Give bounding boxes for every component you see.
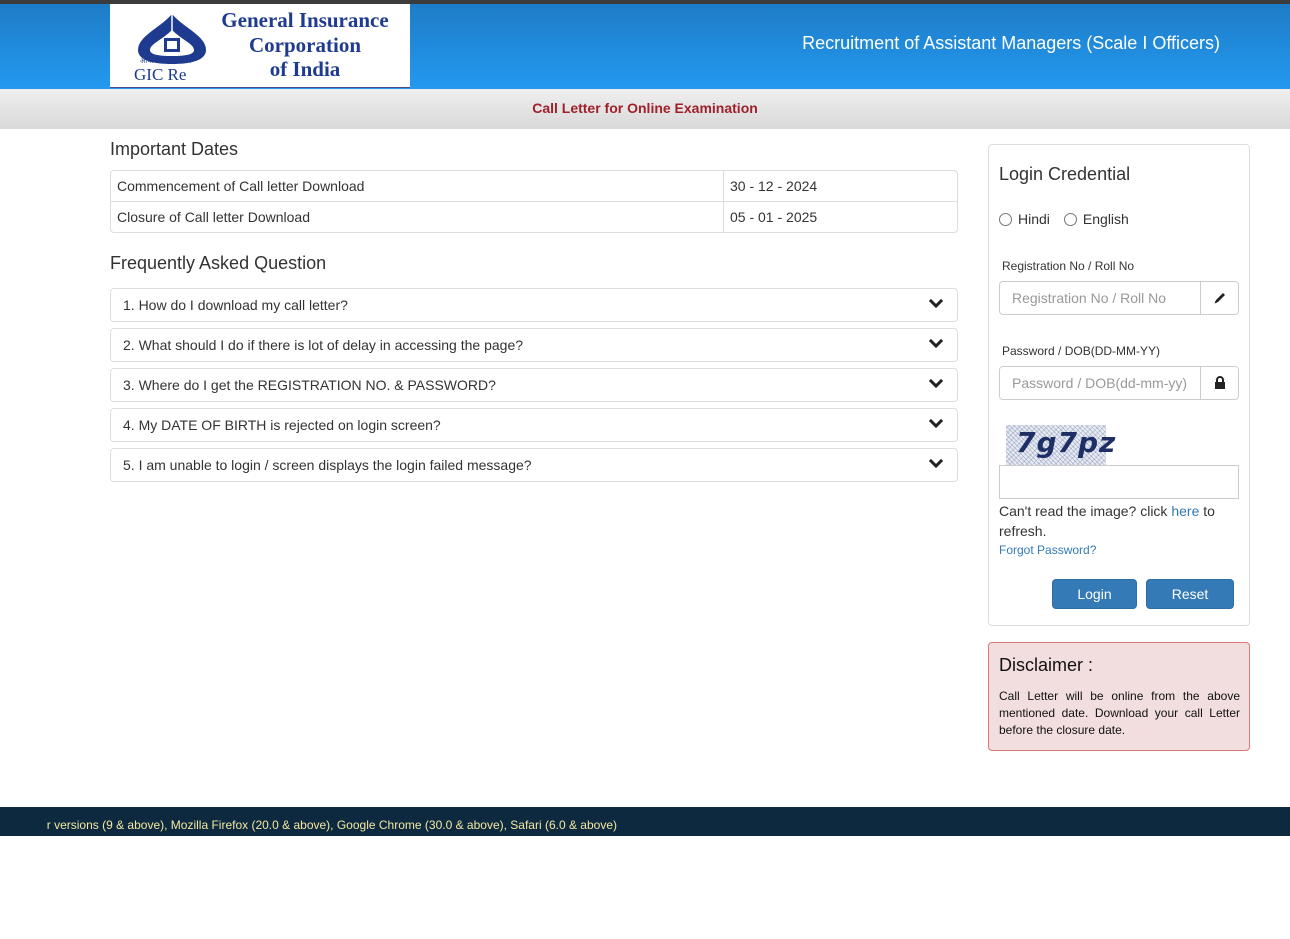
faq-question: 1. How do I download my call letter? [123, 297, 348, 313]
date-label: Closure of Call letter Download [111, 201, 723, 232]
faq-item[interactable]: 3. Where do I get the REGISTRATION NO. &… [110, 368, 958, 402]
reset-button[interactable]: Reset [1146, 579, 1234, 609]
faq-title: Frequently Asked Question [110, 253, 327, 273]
password-input[interactable] [1000, 367, 1200, 399]
captcha-text: 7g7pz [1016, 426, 1117, 459]
faq-question: 2. What should I do if there is lot of d… [123, 337, 524, 353]
login-button[interactable]: Login [1052, 579, 1137, 609]
login-panel: Login Credential Hindi English Registrat… [988, 144, 1250, 626]
captcha-image: 7g7pz [1006, 425, 1115, 465]
table-row: Commencement of Call letter Download 30 … [111, 171, 957, 201]
faq-question: 5. I am unable to login / screen display… [123, 457, 532, 473]
faq-item[interactable]: 4. My DATE OF BIRTH is rejected on login… [110, 408, 958, 442]
sub-header: Call Letter for Online Examination [0, 89, 1290, 129]
registration-input[interactable] [1000, 282, 1200, 314]
footer-marquee-text: r versions (9 & above), Mozilla Firefox … [46, 818, 617, 832]
disclaimer-box: Disclaimer : Call Letter will be online … [988, 642, 1250, 751]
login-title: Login Credential [999, 164, 1131, 184]
english-label[interactable]: English [1083, 211, 1129, 227]
table-row: Closure of Call letter Download 05 - 01 … [111, 201, 957, 232]
browser-support-footer: r versions (9 & above), Mozilla Firefox … [0, 807, 1290, 836]
disclaimer-body: Call Letter will be online from the abov… [999, 689, 1240, 737]
logo-line-3: of India [269, 57, 341, 81]
faq-item[interactable]: 5. I am unable to login / screen display… [110, 448, 958, 482]
logo-line-1: General Insurance [221, 8, 389, 32]
chevron-down-icon[interactable] [929, 338, 943, 350]
gic-re-logo: आपत्काले रक्षिष्यामि GIC Re General Insu… [110, 4, 410, 88]
password-label: Password / DOB(DD-MM-YY) [1002, 344, 1161, 358]
sub-header-title: Call Letter for Online Examination [532, 100, 758, 116]
captcha-refresh-text: Can't read the image? click here to refr… [999, 501, 1244, 541]
registration-input-group [999, 281, 1239, 315]
logo-short-name: GIC Re [134, 65, 187, 84]
language-selector: Hindi English [999, 211, 1143, 227]
logo-line-2: Corporation [249, 32, 361, 57]
refresh-prefix: Can't read the image? click [999, 503, 1172, 519]
lock-icon [1200, 367, 1238, 399]
logo-org-name: General Insurance Corporation of India [203, 8, 407, 82]
site-header: आपत्काले रक्षिष्यामि GIC Re General Insu… [0, 4, 1290, 89]
date-value: 30 - 12 - 2024 [723, 171, 957, 201]
chevron-down-icon[interactable] [929, 298, 943, 310]
captcha-refresh-link[interactable]: here [1171, 503, 1199, 519]
forgot-password-link[interactable]: Forgot Password? [999, 543, 1096, 557]
faq-list: 1. How do I download my call letter? 2. … [110, 288, 958, 488]
hindi-radio[interactable] [999, 212, 1012, 226]
important-dates-title: Important Dates [110, 139, 239, 159]
chevron-down-icon[interactable] [929, 458, 943, 470]
page-title: Recruitment of Assistant Managers (Scale… [802, 33, 1220, 53]
password-input-group [999, 366, 1239, 400]
date-label: Commencement of Call letter Download [117, 178, 365, 194]
faq-item[interactable]: 2. What should I do if there is lot of d… [110, 328, 958, 362]
disclaimer-title: Disclaimer : [999, 655, 1094, 675]
english-radio[interactable] [1063, 212, 1077, 226]
faq-question: 3. Where do I get the REGISTRATION NO. &… [123, 377, 496, 393]
pencil-icon [1200, 282, 1238, 314]
faq-item[interactable]: 1. How do I download my call letter? [110, 288, 958, 322]
date-value: 05 - 01 - 2025 [723, 201, 957, 232]
hindi-label[interactable]: Hindi [1018, 211, 1050, 227]
registration-label: Registration No / Roll No [1002, 259, 1135, 273]
chevron-down-icon[interactable] [929, 378, 943, 390]
faq-question: 4. My DATE OF BIRTH is rejected on login… [123, 417, 441, 433]
chevron-down-icon[interactable] [929, 418, 943, 430]
captcha-input[interactable] [999, 465, 1239, 499]
important-dates-table: Commencement of Call letter Download 30 … [110, 170, 958, 233]
